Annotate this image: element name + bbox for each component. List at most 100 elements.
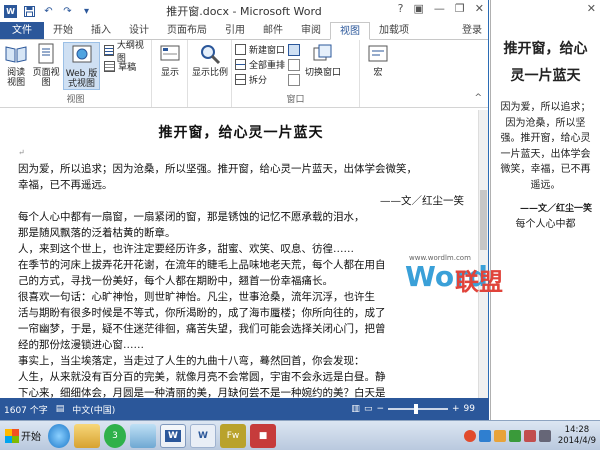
tab-design[interactable]: 设计 <box>120 22 158 39</box>
taskbar-app-folder[interactable] <box>74 423 100 448</box>
taskbar-app-notepad[interactable] <box>130 423 156 448</box>
close-button[interactable]: ✕ <box>475 2 484 15</box>
system-tray: 14:28 2014/4/9 <box>463 425 600 447</box>
show-button[interactable]: 显示 <box>155 42 185 78</box>
customize-toolbar-icon[interactable]: ▾ <box>80 5 93 18</box>
new-window-button[interactable]: 新建窗口 <box>235 43 285 56</box>
tray-icon-3[interactable] <box>508 429 521 442</box>
document-author: ——文／红尘一笑 <box>380 195 464 207</box>
split-icon <box>235 74 246 85</box>
book-icon <box>4 42 28 66</box>
volume-icon[interactable] <box>538 429 551 442</box>
minimize-button[interactable]: — <box>434 2 445 15</box>
sync-scroll-icon[interactable] <box>288 59 301 71</box>
tab-home[interactable]: 开始 <box>44 22 82 39</box>
windows-logo-icon <box>5 428 19 443</box>
taskbar-app-browser[interactable] <box>48 423 70 448</box>
tab-review[interactable]: 审阅 <box>292 22 330 39</box>
taskbar-app-word[interactable]: W <box>160 423 186 448</box>
help-icon[interactable]: ? <box>398 2 404 15</box>
document-line: 经的那份炫漫锁进心窗…… <box>18 339 144 351</box>
tab-file[interactable]: 文件 <box>0 22 44 39</box>
clock-time: 14:28 <box>564 424 590 435</box>
print-layout-button[interactable]: 页面视图 <box>30 42 62 90</box>
tab-addins[interactable]: 加载项 <box>370 22 418 39</box>
outline-button[interactable]: 大纲视图 <box>104 41 148 64</box>
zoom-percent[interactable]: 99 <box>464 404 475 414</box>
tab-references[interactable]: 引用 <box>216 22 254 39</box>
zoom-control: ▥ ▭ − + 99 <box>351 398 475 420</box>
magnifier-icon <box>198 42 222 66</box>
zoom-in-button[interactable]: + <box>452 404 460 414</box>
document-line: 在季节的河床上拔弄花开花谢，在流年的睫毛上品味地老天荒，每个人都在用自 <box>18 259 386 271</box>
draft-icon <box>104 61 116 72</box>
collapse-ribbon-icon[interactable]: ^ <box>474 93 482 103</box>
read-mode-button[interactable]: 阅读 视图 <box>3 42 29 90</box>
tray-icon-1[interactable] <box>478 429 491 442</box>
reading-tail: 每个人心中都 <box>515 219 576 230</box>
print-layout-status-icon[interactable]: ▭ <box>364 404 373 414</box>
web-layout-button[interactable]: Web 版式视图 <box>62 42 101 90</box>
word-count[interactable]: 1607 个字 <box>4 403 48 416</box>
undo-icon[interactable]: ↶ <box>42 5 55 18</box>
tab-view[interactable]: 视图 <box>330 22 370 40</box>
document-line: 人生，从来就没有百分百的完美，就像月亮不会常圆，宇宙不会永远是白昼。静 <box>18 371 386 383</box>
redo-icon[interactable]: ↷ <box>61 5 74 18</box>
arrange-all-icon <box>235 59 246 70</box>
language-status[interactable]: 中文(中国) <box>72 403 115 416</box>
document-line: 人，来到这个世上，也许注定要经历许多，甜蜜、欢笑、叹息、彷徨…… <box>18 243 354 255</box>
input-method-icon[interactable] <box>463 429 476 442</box>
tray-icon-2[interactable] <box>493 429 506 442</box>
tab-mailings[interactable]: 邮件 <box>254 22 292 39</box>
tab-page-layout[interactable]: 页面布局 <box>158 22 216 39</box>
arrange-all-button[interactable]: 全部重排 <box>235 58 285 71</box>
document-area[interactable]: 推开窗，给心灵一片蓝天 ↵ 因为爱，所以追求；因为沧桑，所以坚强。推开窗，给心灵… <box>0 110 478 398</box>
save-icon[interactable] <box>23 5 36 18</box>
taskbar-app-word-2[interactable]: W <box>190 423 216 448</box>
new-window-label: 新建窗口 <box>249 46 286 56</box>
start-label: 开始 <box>21 432 41 443</box>
document-line: 活与期盼有很多时候是不等式，你所渴盼的，成了海市蜃楼；你所向往的，成了 <box>18 307 386 319</box>
draft-label: 草稿 <box>118 63 137 73</box>
taskbar-app-chat[interactable]: 3 <box>104 423 126 448</box>
zoom-out-button[interactable]: − <box>376 404 384 414</box>
zoom-button[interactable]: 显示比例 <box>191 42 229 78</box>
arrange-all-label: 全部重排 <box>249 61 286 71</box>
ribbon-tabs: 文件 开始 插入 设计 页面布局 引用 邮件 审阅 视图 加载项 登录 <box>0 22 488 40</box>
document-line: 事实上，当尘埃落定，当走过了人生的九曲十八弯，蓦然回首，你会发现： <box>18 355 365 367</box>
zoom-slider[interactable] <box>388 404 448 414</box>
window-controls: ? ▣ — ❐ ✕ <box>398 2 484 15</box>
reset-window-icon[interactable] <box>288 74 301 86</box>
split-label: 拆分 <box>249 76 268 86</box>
reading-title: 推开窗，给心灵一片蓝天 <box>503 41 588 84</box>
tray-icon-4[interactable] <box>523 429 536 442</box>
taskbar-app-fireworks[interactable]: Fw <box>220 423 246 448</box>
document-line: 每个人心中都有一扇窗，一扇紧闭的窗，那是锈蚀的记忆不愿承载的泪水， <box>18 211 365 223</box>
switch-windows-icon <box>311 42 335 66</box>
window-group-label: 窗口 <box>286 95 305 105</box>
scrollbar-thumb[interactable] <box>480 190 487 250</box>
switch-windows-button[interactable]: 切换窗口 <box>303 42 343 86</box>
view-side-by-side-icon[interactable] <box>288 44 301 56</box>
zoom-slider-knob[interactable] <box>414 404 418 414</box>
taskbar-clock[interactable]: 14:28 2014/4/9 <box>558 425 596 447</box>
login-link[interactable]: 登录 <box>456 22 488 39</box>
taskbar-app-image[interactable]: ■ <box>250 423 276 448</box>
draft-button[interactable]: 草稿 <box>104 60 148 73</box>
reading-window-close-button[interactable]: ✕ <box>587 2 596 15</box>
vertical-scrollbar[interactable] <box>478 110 488 398</box>
tab-insert[interactable]: 插入 <box>82 22 120 39</box>
restore-button[interactable]: ❐ <box>455 2 465 15</box>
switch-windows-label: 切换窗口 <box>305 68 342 78</box>
word-icon[interactable]: W <box>4 4 17 18</box>
document-line: 因为爱，所以追求；因为沧桑，所以坚强。推开窗，给心灵一片蓝天，出体学会微笑， <box>18 163 417 175</box>
proofing-icon[interactable]: ▤ <box>56 404 65 414</box>
ribbon-display-icon[interactable]: ▣ <box>414 2 424 15</box>
read-mode-status-icon[interactable]: ▥ <box>351 404 360 414</box>
split-button[interactable]: 拆分 <box>235 73 285 86</box>
macros-group: 宏 <box>360 40 390 107</box>
macros-button[interactable]: 宏 <box>363 42 393 78</box>
word-window: W ↶ ↷ ▾ 推开窗.docx - Microsoft Word ? ▣ — … <box>0 0 489 420</box>
macros-icon <box>366 42 390 66</box>
start-button[interactable]: 开始 <box>0 424 46 448</box>
